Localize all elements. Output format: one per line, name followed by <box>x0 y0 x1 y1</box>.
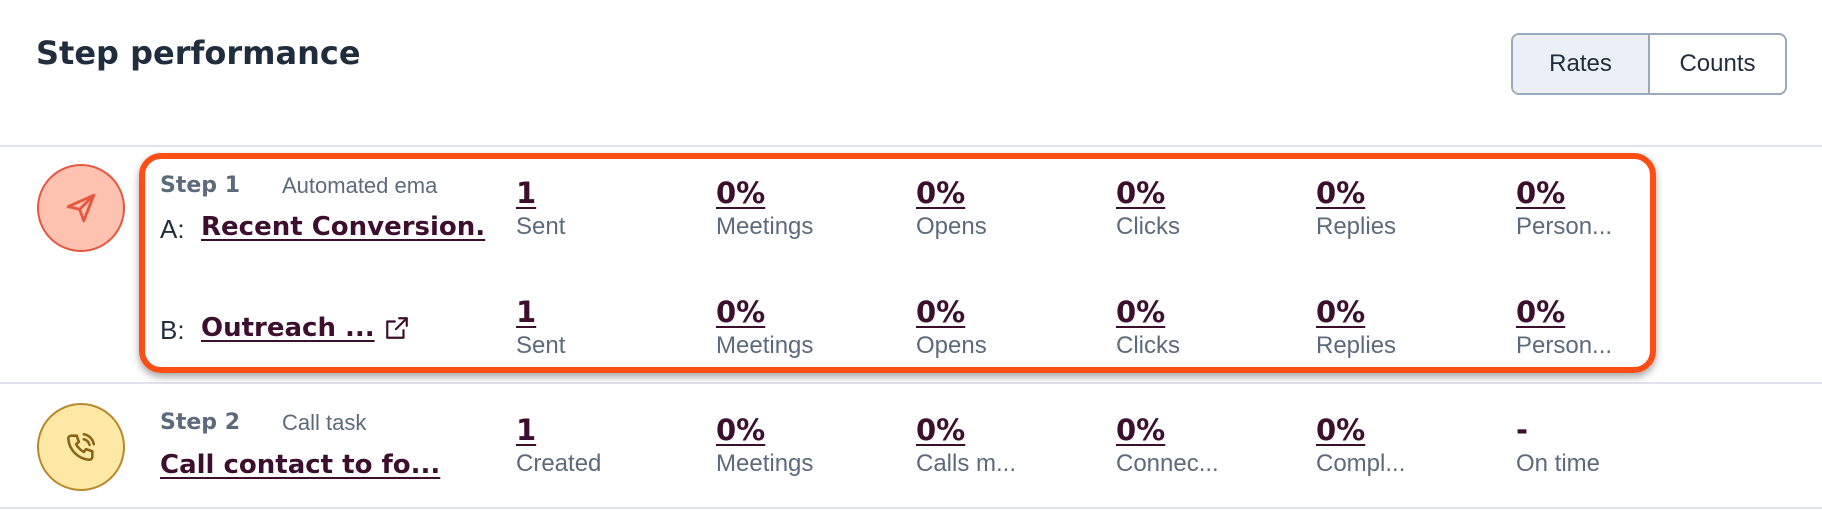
metric-label: Person... <box>1516 332 1613 359</box>
metric-replies: 0% Replies <box>1316 173 1396 241</box>
variant-a-letter: A: <box>160 214 185 244</box>
divider <box>0 382 1822 384</box>
metric-value[interactable]: 1 <box>516 173 565 213</box>
metric-value[interactable]: 0% <box>1316 292 1396 332</box>
metric-personalization: 0% Person... <box>1516 292 1612 360</box>
metric-label: Replies <box>1316 332 1397 359</box>
metric-value[interactable]: 0% <box>1116 410 1219 450</box>
metric-label: Opens <box>916 332 987 359</box>
metric-clicks: 0% Clicks <box>1116 173 1180 241</box>
metric-value[interactable]: 1 <box>516 292 565 332</box>
metric-completed: 0% Compl... <box>1316 410 1405 478</box>
metric-label: Meetings <box>716 213 814 240</box>
metric-label: Opens <box>916 213 987 240</box>
metric-value[interactable]: 0% <box>916 173 987 213</box>
metric-label: Calls m... <box>916 450 1017 477</box>
metric-value[interactable]: 1 <box>516 410 601 450</box>
metric-label: Meetings <box>716 332 814 359</box>
counts-toggle-button[interactable]: Counts <box>1650 35 1785 93</box>
metric-value[interactable]: 0% <box>1116 292 1180 332</box>
external-link-icon[interactable] <box>384 315 410 346</box>
metric-label: On time <box>1516 450 1601 477</box>
metric-label: Person... <box>1516 213 1613 240</box>
metric-value[interactable]: 0% <box>716 292 813 332</box>
metric-label: Sent <box>516 213 566 240</box>
variant-b-name-link[interactable]: Outreach ... <box>201 313 375 343</box>
metric-on-time: - On time <box>1516 410 1600 478</box>
rates-toggle-button[interactable]: Rates <box>1513 35 1650 93</box>
metric-value[interactable]: 0% <box>916 410 1016 450</box>
metric-replies: 0% Replies <box>1316 292 1396 360</box>
variant-a-name-link[interactable]: Recent Conversion. <box>201 212 485 242</box>
metric-label: Replies <box>1316 213 1397 240</box>
metric-value[interactable]: 0% <box>716 173 813 213</box>
metric-calls-made: 0% Calls m... <box>916 410 1016 478</box>
metric-sent: 1 Sent <box>516 173 565 241</box>
metric-label: Clicks <box>1116 332 1180 359</box>
rates-counts-toggle: Rates Counts <box>1511 33 1787 95</box>
variant-b-letter: B: <box>160 315 185 345</box>
metric-meetings: 0% Meetings <box>716 292 813 360</box>
metric-value[interactable]: 0% <box>1316 173 1396 213</box>
metric-label: Clicks <box>1116 213 1180 240</box>
divider <box>0 145 1822 147</box>
metric-connected: 0% Connec... <box>1116 410 1219 478</box>
metric-created: 1 Created <box>516 410 601 478</box>
step-label: Step 1 <box>160 173 240 198</box>
metric-value[interactable]: 0% <box>1116 173 1180 213</box>
step-type: Automated ema <box>282 173 438 198</box>
metric-value: - <box>1516 413 1529 447</box>
metric-value[interactable]: 0% <box>1516 292 1612 332</box>
metric-meetings: 0% Meetings <box>716 173 813 241</box>
step-label: Step 2 <box>160 410 240 435</box>
metric-opens: 0% Opens <box>916 173 987 241</box>
send-icon <box>37 164 125 252</box>
metric-meetings: 0% Meetings <box>716 410 813 478</box>
metric-clicks: 0% Clicks <box>1116 292 1180 360</box>
metric-label: Connec... <box>1116 450 1219 477</box>
step-2-name-link[interactable]: Call contact to fo... <box>160 450 440 480</box>
metric-label: Created <box>516 450 602 477</box>
divider <box>0 507 1822 509</box>
page-title: Step performance <box>36 34 361 72</box>
metric-value[interactable]: 0% <box>716 410 813 450</box>
metric-label: Meetings <box>716 450 814 477</box>
metric-opens: 0% Opens <box>916 292 987 360</box>
metric-label: Sent <box>516 332 566 359</box>
metric-value[interactable]: 0% <box>916 292 987 332</box>
metric-personalization: 0% Person... <box>1516 173 1612 241</box>
metric-sent: 1 Sent <box>516 292 565 360</box>
metric-value[interactable]: 0% <box>1516 173 1612 213</box>
step-type: Call task <box>282 410 367 435</box>
phone-icon <box>37 403 125 491</box>
metric-label: Compl... <box>1316 450 1406 477</box>
metric-value[interactable]: 0% <box>1316 410 1405 450</box>
